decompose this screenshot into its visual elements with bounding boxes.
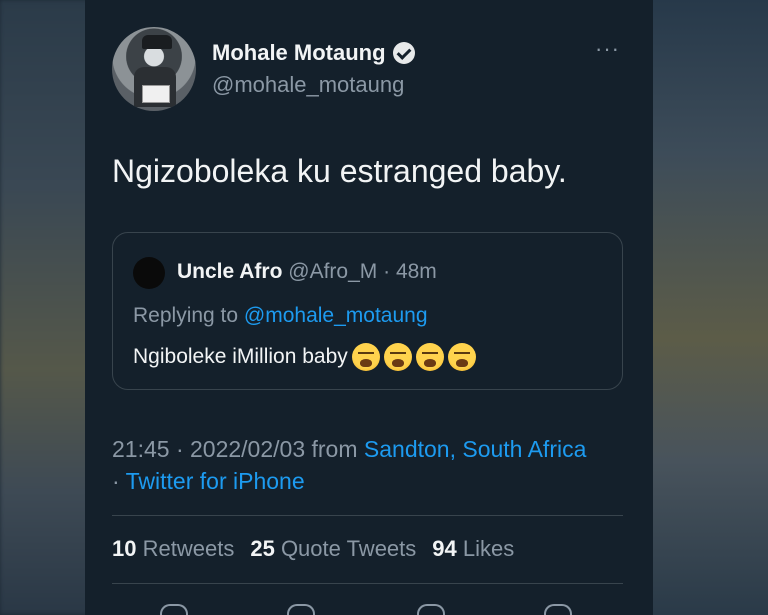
author-name-row[interactable]: Mohale Motaung (212, 40, 415, 66)
like-icon[interactable] (417, 604, 445, 615)
loudly-crying-face-icon (447, 343, 476, 371)
tweet-source[interactable]: Twitter for iPhone (126, 468, 305, 494)
quotes-count: 25 (250, 536, 275, 561)
replying-label: Replying to (133, 304, 239, 327)
quoted-separator: · (383, 260, 391, 283)
avatar[interactable] (112, 27, 196, 111)
quoted-author-handle: @Afro_M (288, 260, 378, 283)
likes-stat[interactable]: 94 Likes (432, 536, 514, 562)
reply-icon[interactable] (160, 604, 188, 615)
replying-mention[interactable]: @mohale_motaung (244, 304, 428, 327)
avatar-sign (142, 85, 170, 103)
loudly-crying-face-icon (415, 343, 444, 371)
retweets-stat[interactable]: 10 Retweets (112, 536, 234, 562)
quoted-text-body: Ngiboleke iMillion baby (133, 345, 348, 368)
quoted-replying-to: Replying to @mohale_motaung (133, 304, 428, 328)
retweets-label: Retweets (142, 536, 235, 561)
meta-separator: · (112, 468, 120, 494)
divider-bottom (112, 583, 623, 584)
quoted-text: Ngiboleke iMillion baby (133, 343, 476, 371)
tweet-card: Mohale Motaung @mohale_motaung ··· Ngizo… (85, 0, 653, 615)
quotes-stat[interactable]: 25 Quote Tweets (250, 536, 416, 562)
likes-count: 94 (432, 536, 457, 561)
quoted-author-name: Uncle Afro (177, 260, 283, 283)
quoted-header: Uncle Afro @Afro_M · 48m (177, 260, 437, 284)
tweet-location[interactable]: Sandton, South Africa (364, 436, 587, 462)
tweet-meta: 21:45 · 2022/02/03 from Sandton, South A… (112, 433, 592, 497)
background-blur-right (653, 0, 768, 615)
share-icon[interactable] (544, 604, 572, 615)
tweet-stats: 10 Retweets 25 Quote Tweets 94 Likes (112, 536, 514, 562)
retweets-count: 10 (112, 536, 137, 561)
divider-top (112, 515, 623, 516)
avatar-hat (142, 35, 172, 49)
likes-label: Likes (462, 536, 515, 561)
loudly-crying-face-icon (351, 343, 380, 371)
author-display-name[interactable]: Mohale Motaung (212, 40, 386, 66)
retweet-icon[interactable] (287, 604, 315, 615)
verified-badge-icon (392, 42, 415, 64)
background-blur-left (0, 0, 90, 615)
loudly-crying-face-icon (383, 343, 412, 371)
quoted-time: 48m (395, 260, 437, 283)
tweet-timestamp[interactable]: 21:45 · 2022/02/03 from (112, 436, 358, 462)
quoted-tweet[interactable]: Uncle Afro @Afro_M · 48m Replying to @mo… (112, 232, 623, 390)
author-handle[interactable]: @mohale_motaung (212, 72, 404, 98)
tweet-text: Ngizoboleka ku estranged baby. (112, 153, 567, 189)
more-horizontal-icon[interactable]: ··· (595, 38, 620, 60)
quotes-label: Quote Tweets (280, 536, 417, 561)
quoted-avatar[interactable] (133, 257, 165, 289)
